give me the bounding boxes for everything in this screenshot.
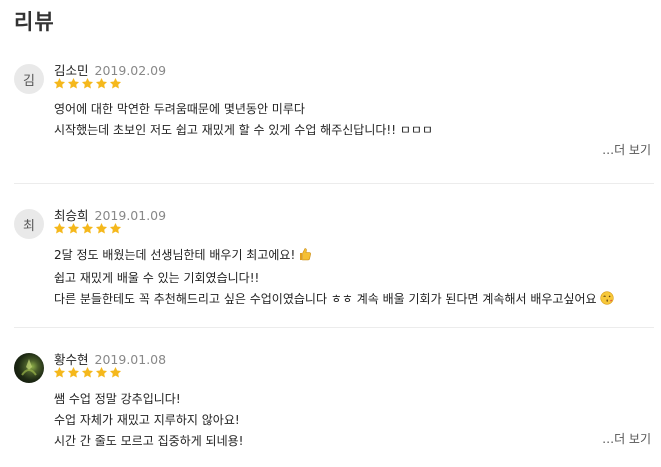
star-icon xyxy=(67,366,80,378)
star-icon xyxy=(81,77,94,89)
review-date: 2019.01.08 xyxy=(94,352,167,367)
author-name: 황수현 xyxy=(54,352,89,367)
review-text: 영어에 대한 막연한 두려움때문에 몇년동안 미루다 시작했는데 초보인 저도 … xyxy=(54,99,433,141)
star-icon xyxy=(53,77,66,89)
avatar: 최 xyxy=(14,209,44,239)
review-item: 최 최승희 2019.01.09 2달 정도 배웠는데 선생님한테 배우기 최고에… xyxy=(0,205,661,320)
avatar: 김 xyxy=(14,64,44,94)
star-icon xyxy=(81,366,94,378)
star-icon xyxy=(67,222,80,234)
star-rating xyxy=(53,222,122,235)
kissing-face-icon xyxy=(599,291,614,312)
divider xyxy=(14,183,654,184)
review-line: 시간 간 줄도 모르고 집중하게 되네용! xyxy=(54,434,244,448)
review-item: 김 김소민 2019.02.09 영어에 대한 막연한 두려움때문에 몇년동안 미… xyxy=(0,60,661,170)
review-line-wrap: 다른 분들한테도 꼭 추천해드리고 싶은 수업이였습니다 ㅎㅎ 계속 배울 기회… xyxy=(54,289,614,312)
star-icon xyxy=(53,222,66,234)
star-icon xyxy=(67,77,80,89)
read-more-link[interactable]: …더 보기 xyxy=(602,141,651,158)
review-date: 2019.01.09 xyxy=(94,208,167,223)
thumbs-up-icon xyxy=(298,247,312,268)
review-line: 2달 정도 배웠는데 선생님한테 배우기 최고에요! xyxy=(54,248,296,262)
review-item: 황수현 2019.01.08 쌤 수업 정말 강추입니다! 수업 자체가 재밌고 … xyxy=(0,349,661,467)
star-icon xyxy=(109,77,122,89)
star-icon xyxy=(81,222,94,234)
review-line: 쉽고 재밌게 배울 수 있는 기회였습니다!! xyxy=(54,271,260,285)
star-icon xyxy=(109,222,122,234)
star-rating xyxy=(53,366,122,379)
review-line-wrap: 2달 정도 배웠는데 선생님한테 배우기 최고에요! xyxy=(54,245,614,268)
review-text: 쌤 수업 정말 강추입니다! 수업 자체가 재밌고 지루하지 않아요! 시간 간… xyxy=(54,389,243,452)
avatar-photo-icon xyxy=(21,359,37,376)
review-date: 2019.02.09 xyxy=(94,63,167,78)
star-icon xyxy=(95,77,108,89)
star-icon xyxy=(109,366,122,378)
read-more-link[interactable]: …더 보기 xyxy=(602,430,651,447)
review-line: 수업 자체가 재밌고 지루하지 않아요! xyxy=(54,413,240,427)
page-title: 리뷰 xyxy=(14,10,55,34)
author-name: 김소민 xyxy=(54,63,89,78)
avatar xyxy=(14,353,44,383)
star-icon xyxy=(53,366,66,378)
review-line: 쌤 수업 정말 강추입니다! xyxy=(54,392,181,406)
review-text: 2달 정도 배웠는데 선생님한테 배우기 최고에요! 쉽고 재밌게 배울 수 있… xyxy=(54,245,614,312)
divider xyxy=(14,327,654,328)
star-icon xyxy=(95,366,108,378)
review-line: 영어에 대한 막연한 두려움때문에 몇년동안 미루다 xyxy=(54,102,305,116)
author-name: 최승희 xyxy=(54,208,89,223)
review-line: 시작했는데 초보인 저도 쉽고 재밌게 할 수 있게 수업 해주신답니다!! ㅁ… xyxy=(54,123,433,137)
star-icon xyxy=(95,222,108,234)
star-rating xyxy=(53,77,122,90)
review-line: 다른 분들한테도 꼭 추천해드리고 싶은 수업이였습니다 ㅎㅎ 계속 배울 기회… xyxy=(54,292,597,306)
